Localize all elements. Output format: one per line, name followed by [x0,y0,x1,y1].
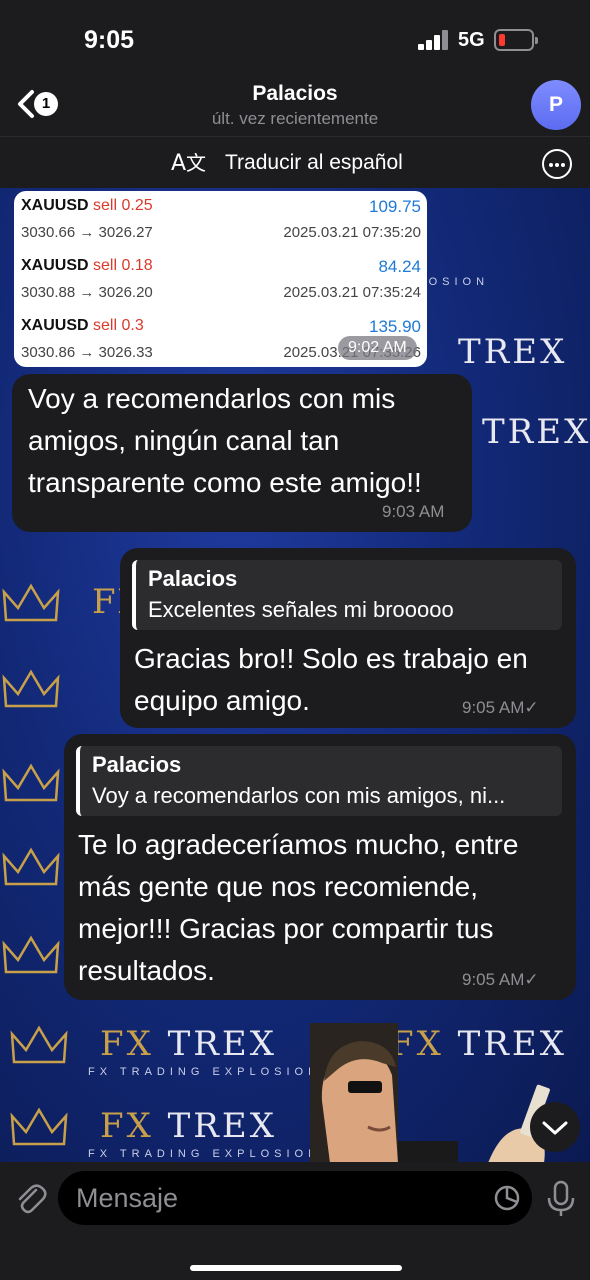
trade-side: sell 0.18 [93,257,153,274]
translate-label[interactable]: Traducir al español [225,151,403,175]
trade-prices: 3030.88 → 3026.20 [21,284,153,301]
reply-author: Palacios [92,752,182,777]
crown-icon [2,847,60,886]
trade-prices: 3030.66 → 3026.27 [21,224,153,241]
watermark-fx: FX [100,1024,154,1064]
trade-profit: 84.24 [378,257,421,276]
message-time: 9:03 AM [382,502,445,521]
crown-icon [10,1107,68,1146]
watermark-trex: TREX [167,1106,277,1146]
trade-profit: 109.75 [369,197,421,216]
watermark-fx: FX [100,1106,154,1146]
reply-text: Voy a recomendarlos con mis amigos, ni..… [92,783,506,808]
trade-prices: 3030.86 → 3026.33 [21,344,153,361]
trade-symbol: XAUUSD [21,317,89,334]
home-indicator [190,1265,402,1271]
trade-side: sell 0.25 [93,197,153,214]
network-label: 5G [458,29,485,51]
status-time: 9:05 [84,26,135,54]
crown-icon [2,669,60,708]
composer-bar: Mensaje [0,1162,590,1280]
chat-title[interactable]: Palacios [0,82,590,106]
trade-row: XAUUSD sell 0.18 84.24 3030.88 → 3026.20… [14,251,427,311]
scroll-down-button[interactable] [530,1102,580,1152]
reply-preview[interactable]: Palacios Excelentes señales mi brooooo [132,560,562,630]
trade-row: XAUUSD sell 0.25 109.75 3030.66 → 3026.2… [14,191,427,251]
trade-timestamp: 2025.03.21 07:35:24 [283,284,421,301]
svg-text:文: 文 [186,151,206,175]
trade-results-image[interactable]: XAUUSD sell 0.25 109.75 3030.66 → 3026.2… [14,191,427,367]
watermark-trex: TREX [167,1024,277,1064]
reply-preview[interactable]: Palacios Voy a recomendarlos con mis ami… [76,746,562,816]
message-placeholder: Mensaje [76,1183,179,1213]
trade-symbol: XAUUSD [21,197,89,214]
watermark-tagline: FX TRADING EXPLOSION [88,1148,322,1160]
reply-text: Excelentes señales mi brooooo [148,597,454,622]
outgoing-message[interactable]: Palacios Excelentes señales mi brooooo G… [120,548,576,728]
watermark-trex: TREX [482,412,590,452]
crown-icon [2,583,60,622]
message-input[interactable]: Mensaje [58,1171,532,1225]
outgoing-message[interactable]: Palacios Voy a recomendarlos con mis ami… [64,734,576,1000]
status-bar: 9:05 5G [0,0,590,78]
trade-timestamp: 2025.03.21 07:35:20 [283,224,421,241]
translate-bar[interactable]: A 文 Traducir al español [0,136,590,188]
avatar[interactable]: P [531,80,581,130]
incoming-message[interactable]: Voy a recomendarlos con mis amigos, ning… [12,374,472,532]
sticker-icon[interactable] [493,1184,521,1212]
crown-icon [2,763,60,802]
trade-symbol: XAUUSD [21,257,89,274]
paperclip-icon[interactable] [12,1180,48,1216]
svg-text:A: A [171,151,186,176]
more-options-icon[interactable] [542,149,572,179]
translate-icon: A 文 [171,151,206,176]
trade-profit: 135.90 [369,317,421,336]
message-time: 9:05 AM✓ [462,970,539,989]
chevron-down-icon [542,1121,568,1135]
sticker-image[interactable] [308,1023,558,1162]
watermark-tagline: FX TRADING EXPLOSION [88,1066,322,1078]
reply-author: Palacios [148,566,238,591]
chat-background: TREX FX TRADING EXPLOSION TREX TREX FX T… [0,188,590,1162]
crown-icon [10,1025,68,1064]
message-text: Voy a recomendarlos con mis amigos, ning… [28,383,422,498]
last-seen-status: últ. vez recientemente [211,109,379,128]
trade-side: sell 0.3 [93,317,144,334]
chat-header: 1 Palacios últ. vez recientemente P [0,78,590,136]
microphone-icon[interactable] [546,1180,576,1218]
signal-icon [418,30,450,50]
message-text: Te lo agradeceríamos mucho, entre más ge… [78,829,519,986]
watermark-trex: TREX [458,332,568,372]
image-timestamp: 9:02 AM [338,336,417,360]
message-time: 9:05 AM✓ [462,698,539,717]
battery-icon [494,29,538,51]
crown-icon [2,935,60,974]
